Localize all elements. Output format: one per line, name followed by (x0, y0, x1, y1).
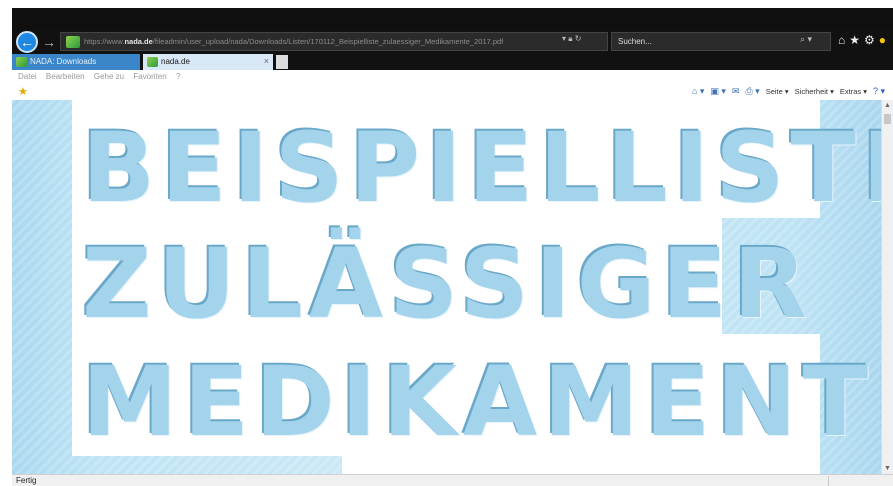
site-favicon (66, 35, 80, 48)
url-text: https://www.nada.de/fileadmin/user_uploa… (84, 37, 504, 46)
dropdown-arrow-icon[interactable]: ▾ (562, 34, 566, 43)
home-page-icon[interactable]: ⌂ ▾ (692, 86, 704, 97)
home-icon[interactable]: ⌂ (838, 33, 849, 47)
status-divider (828, 476, 829, 486)
title-line-1: BEISPIELLISTE (82, 112, 881, 224)
menu-item-datei[interactable]: Datei (18, 72, 37, 81)
browser-frame: ← → https://www.nada.de/fileadmin/user_u… (12, 8, 893, 486)
close-tab-icon[interactable]: × (264, 56, 269, 66)
search-input[interactable]: Suchen... (611, 32, 831, 51)
tab-nada-de[interactable]: nada.de × (143, 54, 273, 70)
scroll-down-icon[interactable]: ▼ (884, 465, 891, 472)
vertical-scrollbar[interactable]: ▲ ▼ (881, 100, 893, 474)
title-line-2: ZULÄSSIGER (82, 228, 814, 340)
menu-bar: Datei Bearbeiten Gehe zu Favoriten ? (12, 70, 893, 84)
pdf-viewport[interactable]: BEISPIELLISTE ZULÄSSIGER MEDIKAMENTE (12, 100, 881, 474)
security-menu[interactable]: Sicherheit ▾ (795, 87, 834, 96)
pdf-page: BEISPIELLISTE ZULÄSSIGER MEDIKAMENTE (72, 100, 881, 474)
tab-label: NADA: Downloads (30, 57, 97, 66)
menu-item-gehe-zu[interactable]: Gehe zu (94, 72, 124, 81)
add-favorite-icon[interactable]: ★ (18, 85, 28, 98)
tab-label: nada.de (161, 57, 190, 66)
page-menu[interactable]: Seite ▾ (766, 87, 789, 96)
lock-icon[interactable]: 🔒︎ (568, 34, 572, 43)
menu-item-help[interactable]: ? (176, 72, 180, 81)
tab-bar: NADA: Downloads nada.de × (12, 54, 893, 70)
status-bar: Fertig (12, 474, 893, 486)
address-bar[interactable]: https://www.nada.de/fileadmin/user_uploa… (60, 32, 608, 51)
feeds-icon[interactable]: ▣ ▾ (710, 86, 726, 97)
refresh-icon[interactable]: ↻ (575, 34, 582, 43)
menu-item-favoriten[interactable]: Favoriten (133, 72, 166, 81)
extras-menu[interactable]: Extras ▾ (840, 87, 867, 96)
title-band-bottom (342, 456, 820, 474)
title-line-3: MEDIKAMENTE (82, 346, 881, 458)
scroll-up-icon[interactable]: ▲ (884, 102, 891, 109)
command-bar: ★ ⌂ ▾ ▣ ▾ ✉ ⎙ ▾ Seite ▾ Sicherheit ▾ Ext… (12, 84, 893, 100)
search-icon[interactable]: ⌕ ▾ (800, 34, 812, 45)
command-items: ⌂ ▾ ▣ ▾ ✉ ⎙ ▾ Seite ▾ Sicherheit ▾ Extra… (692, 86, 885, 97)
tab-nada-downloads[interactable]: NADA: Downloads (12, 54, 140, 70)
status-text: Fertig (16, 476, 37, 485)
address-bar-row: ← → https://www.nada.de/fileadmin/user_u… (12, 30, 893, 54)
tab-favicon-icon (16, 57, 27, 67)
smiley-icon[interactable]: ● (879, 33, 890, 47)
menu-item-bearbeiten[interactable]: Bearbeiten (46, 72, 85, 81)
tab-favicon-icon (147, 57, 158, 67)
print-icon[interactable]: ⎙ ▾ (745, 86, 759, 97)
toolbar-icons: ⌂★⚙● (838, 33, 890, 47)
address-tools: ▾ 🔒︎ ↻ (562, 34, 581, 44)
mail-icon[interactable]: ✉ (732, 86, 740, 97)
forward-button[interactable]: → (42, 33, 58, 51)
back-button[interactable]: ← (16, 31, 38, 53)
star-icon[interactable]: ★ (849, 33, 864, 47)
scroll-thumb[interactable] (884, 114, 891, 124)
new-tab-button[interactable] (276, 55, 288, 69)
gear-icon[interactable]: ⚙ (864, 33, 879, 47)
help-icon[interactable]: ? ▾ (873, 86, 885, 97)
